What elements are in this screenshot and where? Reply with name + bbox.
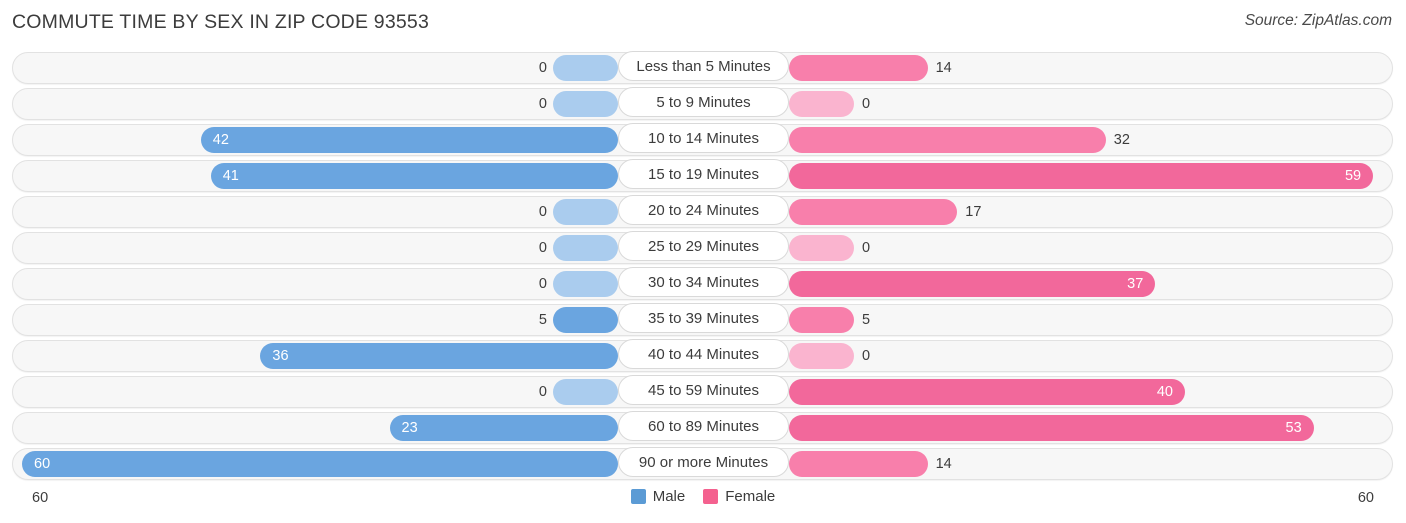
- bar-male[interactable]: [553, 55, 618, 81]
- bar-female[interactable]: [789, 127, 1106, 153]
- legend-item-male[interactable]: Male: [630, 488, 686, 505]
- bar-male[interactable]: [210, 163, 618, 189]
- chart-row: 23 53 60 to 89 Minutes: [0, 410, 1406, 446]
- chart-footer: 60 60 Male Female: [0, 486, 1406, 516]
- bar-value-male: 0: [538, 276, 547, 292]
- bar-female[interactable]: [789, 415, 1314, 441]
- row-bars: 5 5 35 to 39 Minutes: [0, 302, 1406, 338]
- bar-female[interactable]: [789, 451, 928, 477]
- bar-value-male: 0: [538, 240, 547, 256]
- bar-female[interactable]: [789, 55, 928, 81]
- category-label: 35 to 39 Minutes: [618, 303, 789, 333]
- bar-value-female: 40: [1156, 384, 1173, 400]
- chart-legend: Male Female: [0, 488, 1406, 505]
- bar-value-male: 23: [401, 420, 418, 436]
- bar-female[interactable]: [789, 307, 854, 333]
- row-bars: 0 0 5 to 9 Minutes: [0, 86, 1406, 122]
- bar-value-male: 5: [538, 312, 547, 328]
- page-title: COMMUTE TIME BY SEX IN ZIP CODE 93553: [12, 11, 430, 33]
- bar-male[interactable]: [200, 127, 618, 153]
- bar-male[interactable]: [553, 235, 618, 261]
- bar-male[interactable]: [553, 91, 618, 117]
- bar-male[interactable]: [389, 415, 618, 441]
- chart-row: 0 14 Less than 5 Minutes: [0, 50, 1406, 86]
- bar-female[interactable]: [789, 379, 1185, 405]
- chart-row: 5 5 35 to 39 Minutes: [0, 302, 1406, 338]
- bar-value-male: 0: [538, 204, 547, 220]
- bar-value-male: 0: [538, 96, 547, 112]
- bar-female[interactable]: [789, 235, 854, 261]
- chart-rows: 0 14 Less than 5 Minutes 0 0 5 to 9 Minutes 42…: [0, 50, 1406, 482]
- bar-female[interactable]: [789, 199, 958, 225]
- bar-female[interactable]: [789, 163, 1374, 189]
- bar-female[interactable]: [789, 91, 854, 117]
- bar-value-female: 32: [1113, 132, 1130, 148]
- chart-row: 36 0 40 to 44 Minutes: [0, 338, 1406, 374]
- category-label: 60 to 89 Minutes: [618, 411, 789, 441]
- chart-page: COMMUTE TIME BY SEX IN ZIP CODE 93553 So…: [0, 0, 1406, 523]
- row-bars: 0 14 Less than 5 Minutes: [0, 50, 1406, 86]
- bar-male[interactable]: [553, 199, 618, 225]
- category-label: 15 to 19 Minutes: [618, 159, 789, 189]
- bar-value-female: 59: [1344, 168, 1362, 184]
- bar-value-male: 36: [272, 348, 289, 364]
- category-label: 45 to 59 Minutes: [618, 375, 789, 405]
- legend-label-female: Female: [725, 488, 776, 505]
- legend-label-male: Male: [652, 488, 686, 505]
- chart-row: 0 37 30 to 34 Minutes: [0, 266, 1406, 302]
- row-bars: 0 0 25 to 29 Minutes: [0, 230, 1406, 266]
- bar-male[interactable]: [553, 379, 618, 405]
- chart-row: 0 0 25 to 29 Minutes: [0, 230, 1406, 266]
- category-label: 25 to 29 Minutes: [618, 231, 789, 261]
- row-bars: 0 40 45 to 59 Minutes: [0, 374, 1406, 410]
- bar-value-female: 0: [862, 348, 871, 364]
- bar-value-female: 0: [862, 240, 871, 256]
- bar-value-male: 0: [538, 384, 547, 400]
- chart-row: 60 14 90 or more Minutes: [0, 446, 1406, 482]
- bar-male[interactable]: [22, 451, 618, 477]
- legend-item-female[interactable]: Female: [703, 488, 775, 505]
- row-bars: 41 59 15 to 19 Minutes: [0, 158, 1406, 194]
- bar-value-female: 0: [862, 96, 871, 112]
- bar-female[interactable]: [789, 343, 854, 369]
- chart-row: 42 32 10 to 14 Minutes: [0, 122, 1406, 158]
- chart-row: 41 59 15 to 19 Minutes: [0, 158, 1406, 194]
- bar-value-female: 14: [935, 456, 952, 472]
- bar-male[interactable]: [553, 307, 618, 333]
- bar-value-female: 5: [862, 312, 871, 328]
- source-attribution: Source: ZipAtlas.com: [1244, 12, 1392, 29]
- bar-value-female: 17: [965, 204, 982, 220]
- bar-male[interactable]: [260, 343, 618, 369]
- category-label: 10 to 14 Minutes: [618, 123, 789, 153]
- row-bars: 60 14 90 or more Minutes: [0, 446, 1406, 482]
- category-label: 30 to 34 Minutes: [618, 267, 789, 297]
- category-label: 40 to 44 Minutes: [618, 339, 789, 369]
- bar-value-male: 41: [222, 168, 239, 184]
- bar-female[interactable]: [789, 271, 1156, 297]
- bar-value-male: 42: [212, 132, 229, 148]
- legend-swatch-male-icon: [630, 489, 646, 504]
- row-bars: 0 37 30 to 34 Minutes: [0, 266, 1406, 302]
- bar-value-female: 53: [1285, 420, 1302, 436]
- bar-value-male: 0: [538, 60, 547, 76]
- legend-swatch-female-icon: [703, 489, 719, 504]
- bar-value-male: 60: [34, 456, 51, 472]
- bar-value-female: 14: [935, 60, 952, 76]
- bar-male[interactable]: [553, 271, 618, 297]
- chart-row: 0 17 20 to 24 Minutes: [0, 194, 1406, 230]
- chart-row: 0 0 5 to 9 Minutes: [0, 86, 1406, 122]
- chart-row: 0 40 45 to 59 Minutes: [0, 374, 1406, 410]
- row-bars: 42 32 10 to 14 Minutes: [0, 122, 1406, 158]
- row-bars: 36 0 40 to 44 Minutes: [0, 338, 1406, 374]
- chart-header: COMMUTE TIME BY SEX IN ZIP CODE 93553 So…: [0, 0, 1406, 46]
- bar-value-female: 37: [1127, 276, 1144, 292]
- category-label: 90 or more Minutes: [618, 447, 789, 477]
- category-label: 5 to 9 Minutes: [618, 87, 789, 117]
- row-bars: 0 17 20 to 24 Minutes: [0, 194, 1406, 230]
- category-label: 20 to 24 Minutes: [618, 195, 789, 225]
- row-bars: 23 53 60 to 89 Minutes: [0, 410, 1406, 446]
- category-label: Less than 5 Minutes: [618, 51, 789, 81]
